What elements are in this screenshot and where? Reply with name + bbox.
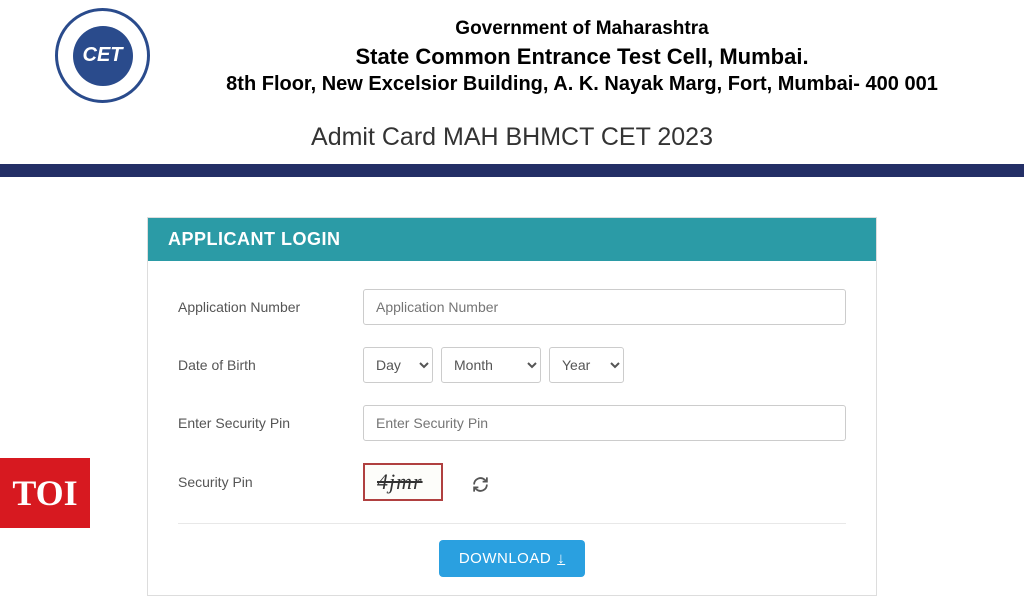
login-form: Application Number Date of Birth Day Mon…	[148, 261, 876, 595]
dob-day-select[interactable]: Day	[363, 347, 433, 383]
form-row-dob: Date of Birth Day Month Year	[178, 347, 846, 383]
form-row-security-pin-input: Enter Security Pin	[178, 405, 846, 441]
security-pin-input-label: Enter Security Pin	[178, 415, 363, 431]
download-icon: ↓	[557, 550, 565, 567]
security-pin-display-label: Security Pin	[178, 474, 363, 490]
cet-logo: CET	[55, 8, 150, 103]
content-area: APPLICANT LOGIN Application Number Date …	[0, 177, 1024, 596]
login-panel: APPLICANT LOGIN Application Number Date …	[147, 217, 877, 596]
button-row: DOWNLOAD ↓	[178, 523, 846, 577]
application-number-label: Application Number	[178, 299, 363, 315]
government-line: Government of Maharashtra	[170, 16, 994, 42]
header-text-block: Government of Maharashtra State Common E…	[150, 8, 994, 98]
login-panel-title: APPLICANT LOGIN	[148, 218, 876, 261]
logo-abbr: CET	[73, 26, 133, 86]
download-button[interactable]: DOWNLOAD ↓	[439, 540, 585, 577]
form-row-application-number: Application Number	[178, 289, 846, 325]
toi-watermark: TOI	[0, 458, 90, 528]
dob-year-select[interactable]: Year	[549, 347, 624, 383]
download-button-label: DOWNLOAD	[459, 550, 551, 567]
form-row-security-pin-display: Security Pin 4jmr	[178, 463, 846, 501]
address-line: 8th Floor, New Excelsior Building, A. K.…	[170, 71, 994, 98]
page-title: Admit Card MAH BHMCT CET 2023	[0, 108, 1024, 164]
dob-month-select[interactable]: Month	[441, 347, 541, 383]
dob-label: Date of Birth	[178, 357, 363, 373]
application-number-input[interactable]	[363, 289, 846, 325]
page-header: CET Government of Maharashtra State Comm…	[0, 0, 1024, 108]
captcha-image: 4jmr	[363, 463, 443, 501]
refresh-captcha-icon[interactable]	[472, 476, 489, 493]
divider-bar	[0, 164, 1024, 177]
security-pin-input[interactable]	[363, 405, 846, 441]
cell-line: State Common Entrance Test Cell, Mumbai.	[170, 42, 994, 72]
